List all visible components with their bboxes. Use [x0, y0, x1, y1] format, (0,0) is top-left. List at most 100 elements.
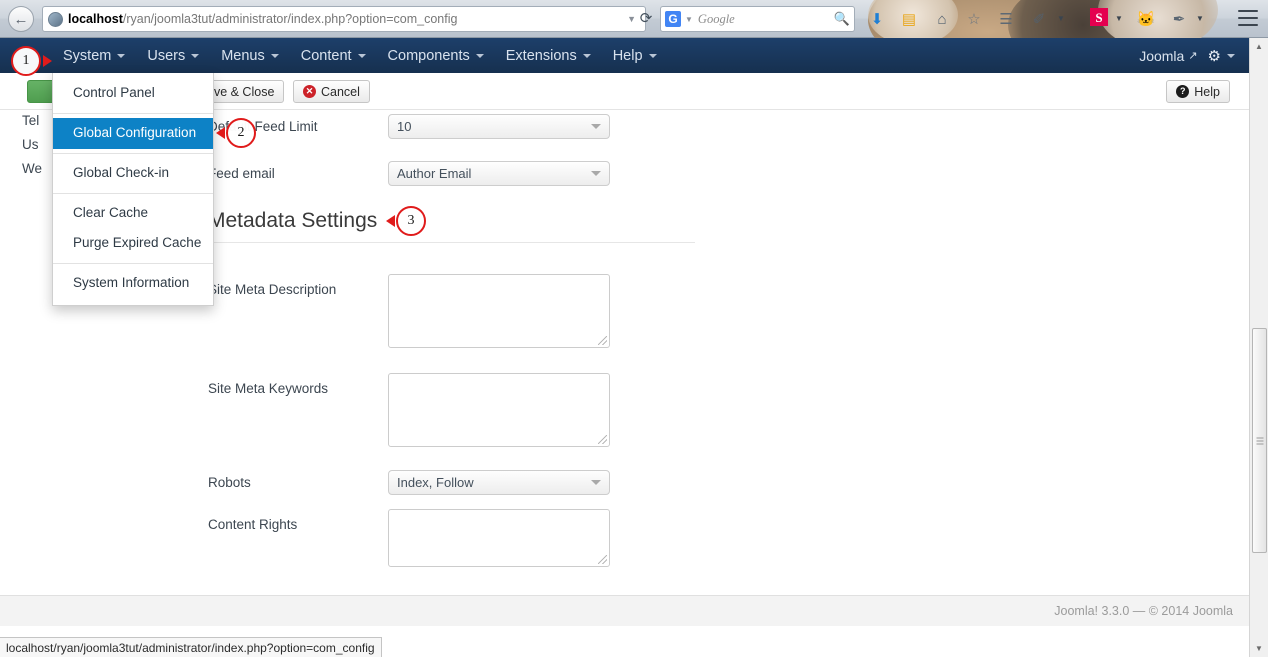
chevron-down-icon — [357, 53, 366, 58]
textarea-site-meta-description[interactable] — [388, 274, 610, 348]
site-identity-icon[interactable] — [48, 11, 63, 27]
chevron-down-icon — [117, 53, 126, 58]
browser-search-bar[interactable]: G ▼ Google 🔍 — [660, 6, 855, 32]
textarea-site-meta-keywords[interactable] — [388, 373, 610, 447]
help-button[interactable]: ? Help — [1166, 80, 1230, 103]
annotation-3-number: 3 — [407, 213, 415, 228]
annotation-2-number: 2 — [237, 125, 245, 140]
chevron-down-icon — [591, 480, 601, 485]
dropdown-item-control-panel[interactable]: Control Panel — [53, 78, 213, 109]
page-scrollbar[interactable]: ▲ ▼ — [1249, 38, 1268, 657]
search-magnifier-icon[interactable]: 🔍 — [834, 11, 850, 27]
cancel-icon: ✕ — [303, 85, 316, 98]
joomla-admin-menubar: System Users Menus Content Components Extensi… — [0, 38, 1249, 73]
dropdown-item-clear-cache[interactable]: Clear Cache — [53, 198, 213, 229]
admin-menu-label: Content — [300, 47, 352, 64]
dropmarker-3[interactable]: ▼ — [1196, 14, 1204, 23]
dropdown-item-label: Clear Cache — [73, 204, 149, 220]
download-icon[interactable]: ⬇ — [866, 8, 888, 30]
dropdown-item-label: Control Panel — [73, 85, 155, 100]
browser-reload-button[interactable]: ⟳ — [636, 9, 656, 29]
chevron-down-icon — [475, 53, 484, 58]
fox-icon[interactable]: 🐱 — [1135, 8, 1157, 30]
admin-menu-help[interactable]: Help — [602, 38, 668, 73]
admin-menu-system[interactable]: System — [52, 38, 136, 73]
url-text: localhost/ryan/joomla3tut/administrator/… — [68, 12, 622, 26]
select-feed-email[interactable]: Author Email — [388, 161, 610, 186]
admin-menu-label: Components — [387, 47, 470, 64]
select-default-feed-limit[interactable]: 10 — [388, 114, 610, 139]
google-logo-icon: G — [665, 11, 681, 27]
dropdown-item-label: Global Check-in — [73, 164, 170, 180]
annotation-3-arrow — [386, 215, 395, 227]
reader-list-icon[interactable]: ☰ — [995, 8, 1017, 30]
bookmarks-toolbar-icon[interactable]: ▤ — [898, 8, 920, 30]
browser-status-bar: localhost/ryan/joomla3tut/administrator/… — [0, 637, 382, 657]
dropmarker-1[interactable]: ▼ — [1057, 14, 1065, 23]
home-icon[interactable]: ⌂ — [931, 8, 953, 30]
scrollbar-down-arrow-icon[interactable]: ▼ — [1250, 640, 1268, 657]
eyedropper-icon[interactable]: ✐ — [1028, 8, 1050, 30]
footer-text: Joomla! 3.3.0 — © 2014 Joomla — [1054, 604, 1233, 618]
admin-options-menu[interactable]: ⚙ — [1208, 47, 1235, 65]
dropdown-item-label: Global Configuration — [73, 124, 197, 140]
bookmark-star-icon[interactable]: ☆ — [963, 8, 985, 30]
dropdown-item-purge-expired-cache[interactable]: Purge Expired Cache — [53, 228, 213, 259]
browser-hamburger-menu-icon[interactable] — [1238, 10, 1258, 26]
section-heading: Metadata Settings — [208, 209, 378, 232]
resize-grip-icon[interactable] — [598, 555, 607, 564]
scrollbar-thumb[interactable] — [1252, 328, 1267, 553]
admin-menu-content[interactable]: Content — [290, 38, 377, 73]
select-robots[interactable]: Index, Follow — [388, 470, 610, 495]
cancel-button[interactable]: ✕ Cancel — [293, 80, 370, 103]
browser-back-button[interactable]: ← — [8, 6, 34, 32]
chevron-down-icon — [591, 171, 601, 176]
field-label: Content Rights — [208, 517, 298, 532]
search-engine-caret-icon[interactable]: ▼ — [685, 15, 693, 24]
external-link-icon: ↗ — [1188, 50, 1198, 62]
admin-menu-extensions[interactable]: Extensions — [495, 38, 602, 73]
help-label: Help — [1194, 84, 1220, 99]
admin-menu-users[interactable]: Users — [136, 38, 210, 73]
search-input[interactable]: Google — [698, 12, 834, 27]
status-bar-url: localhost/ryan/joomla3tut/administrator/… — [6, 640, 375, 655]
joomla-footer: Joomla! 3.3.0 — © 2014 Joomla — [0, 595, 1249, 626]
admin-menu-components[interactable]: Components — [377, 38, 495, 73]
section-divider — [208, 242, 695, 243]
browser-url-bar[interactable]: localhost/ryan/joomla3tut/administrator/… — [42, 6, 646, 32]
textarea-content-rights[interactable] — [388, 509, 610, 567]
select-value: Index, Follow — [397, 475, 474, 490]
extension-s-icon[interactable]: S — [1090, 8, 1108, 26]
dropdown-separator — [53, 263, 213, 265]
resize-grip-icon[interactable] — [598, 336, 607, 345]
annotation-1-arrow — [43, 55, 52, 67]
annotation-2-arrow — [216, 127, 225, 139]
admin-menu-label: System — [63, 47, 112, 64]
dropdown-item-label: System Information — [73, 275, 190, 291]
chevron-down-icon — [191, 53, 200, 58]
dropdown-item-global-configuration[interactable]: Global Configuration — [53, 117, 213, 149]
dropmarker-2[interactable]: ▼ — [1115, 14, 1123, 23]
dropdown-separator — [53, 192, 213, 194]
admin-menu-menus[interactable]: Menus — [210, 38, 290, 73]
system-dropdown-menu: Control Panel Global Configuration Global … — [52, 73, 214, 307]
field-label: Site Meta Keywords — [208, 381, 329, 396]
visit-site-link[interactable]: Joomla ↗ — [1139, 48, 1197, 64]
scrollbar-up-arrow-icon[interactable]: ▲ — [1250, 38, 1268, 55]
dropdown-item-system-information[interactable]: System Information — [53, 268, 213, 299]
dropdown-separator — [53, 152, 213, 154]
field-label: Feed email — [208, 166, 275, 181]
save-and-close-label: ave & Close — [207, 84, 275, 99]
url-host: localhost — [68, 12, 123, 26]
resize-grip-icon[interactable] — [598, 435, 607, 444]
feather-icon[interactable]: ✒ — [1168, 8, 1190, 30]
field-label: Site Meta Description — [208, 282, 337, 297]
admin-menu-label: Help — [612, 47, 643, 64]
select-value: Author Email — [397, 166, 472, 181]
admin-menu-label: Extensions — [505, 47, 577, 64]
dropdown-item-global-check-in[interactable]: Global Check-in — [53, 158, 213, 189]
help-icon: ? — [1176, 85, 1190, 98]
admin-menu-label: Users — [147, 47, 186, 64]
admin-bar-right: Joomla ↗ ⚙ — [1139, 38, 1249, 73]
url-path: /ryan/joomla3tut/administrator/index.php… — [122, 12, 458, 26]
